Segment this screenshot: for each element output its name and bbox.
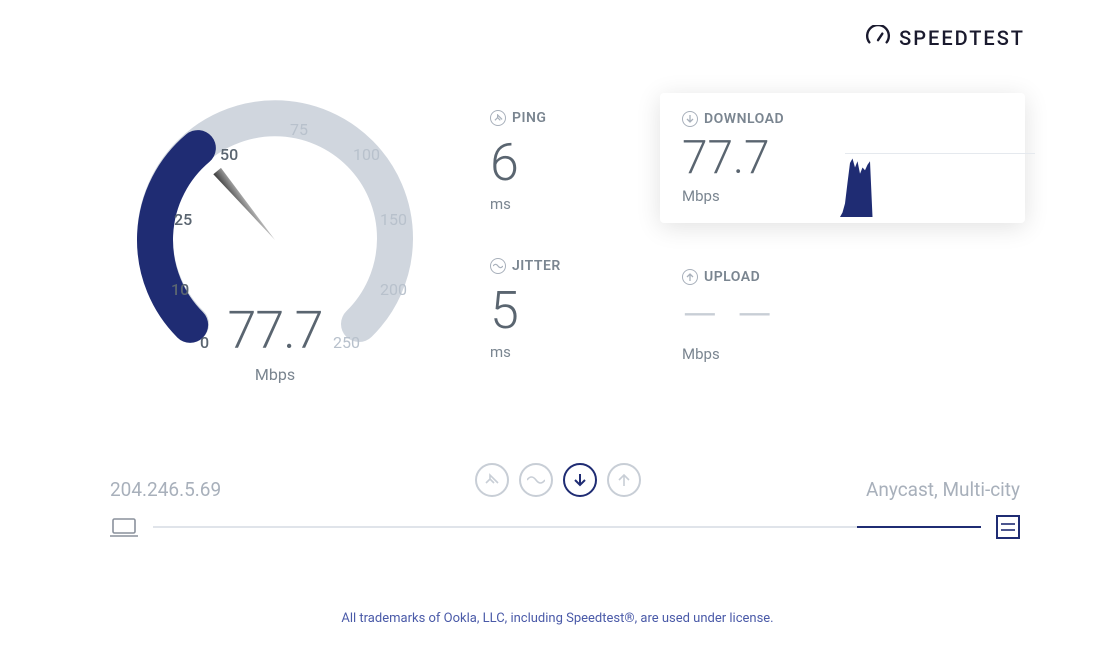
download-icon: [682, 111, 698, 127]
server-icon: [996, 515, 1020, 539]
gauge-tick-25: 25: [174, 210, 192, 229]
progress-fill: [857, 526, 981, 528]
progress-bar: [153, 526, 981, 528]
gauge-tick-75: 75: [290, 120, 308, 139]
connection-progress: [110, 515, 1020, 539]
gauge-tick-100: 100: [353, 145, 380, 164]
server-location: Anycast, Multi-city: [866, 478, 1020, 501]
speedtest-logo-icon: [865, 25, 891, 51]
gauge-tick-200: 200: [380, 280, 407, 299]
jitter-unit: ms: [490, 343, 561, 361]
ping-unit: ms: [490, 195, 561, 213]
gauge-tick-10: 10: [171, 280, 189, 299]
jitter-label: JITTER: [512, 258, 561, 274]
gauge-speed-value: 77.7: [228, 300, 323, 361]
jitter-icon: [490, 258, 506, 274]
upload-label: UPLOAD: [704, 269, 760, 285]
gauge-tick-250: 250: [333, 333, 360, 352]
gauge-speed-unit: Mbps: [228, 365, 323, 384]
upload-result-card: UPLOAD — — Mbps: [660, 251, 1025, 381]
upload-icon: [682, 269, 698, 285]
download-result-card: DOWNLOAD 77.7 Mbps: [660, 93, 1025, 223]
brand-header: SPEEDTEST: [865, 25, 1025, 51]
speed-gauge: 0 10 25 50 75 100 150 200 250 77.7 Mbps: [125, 90, 445, 410]
jitter-metric: JITTER 5 ms: [490, 258, 561, 361]
device-icon: [110, 517, 138, 537]
download-label: DOWNLOAD: [704, 111, 784, 127]
gauge-tick-150: 150: [380, 210, 407, 229]
gauge-tick-0: 0: [200, 333, 209, 352]
ping-metric: PING 6 ms: [490, 110, 561, 213]
footer-trademark: All trademarks of Ookla, LLC, including …: [0, 611, 1115, 626]
jitter-value: 5: [490, 280, 561, 341]
ping-icon: [490, 110, 506, 126]
ip-address: 204.246.5.69: [110, 478, 221, 501]
brand-title: SPEEDTEST: [899, 26, 1025, 50]
gauge-tick-50: 50: [220, 145, 238, 164]
upload-value: — —: [682, 289, 1003, 343]
download-throughput-chart: [840, 145, 900, 217]
ping-value: 6: [490, 132, 561, 193]
upload-unit: Mbps: [682, 345, 1003, 363]
ping-label: PING: [512, 110, 546, 126]
